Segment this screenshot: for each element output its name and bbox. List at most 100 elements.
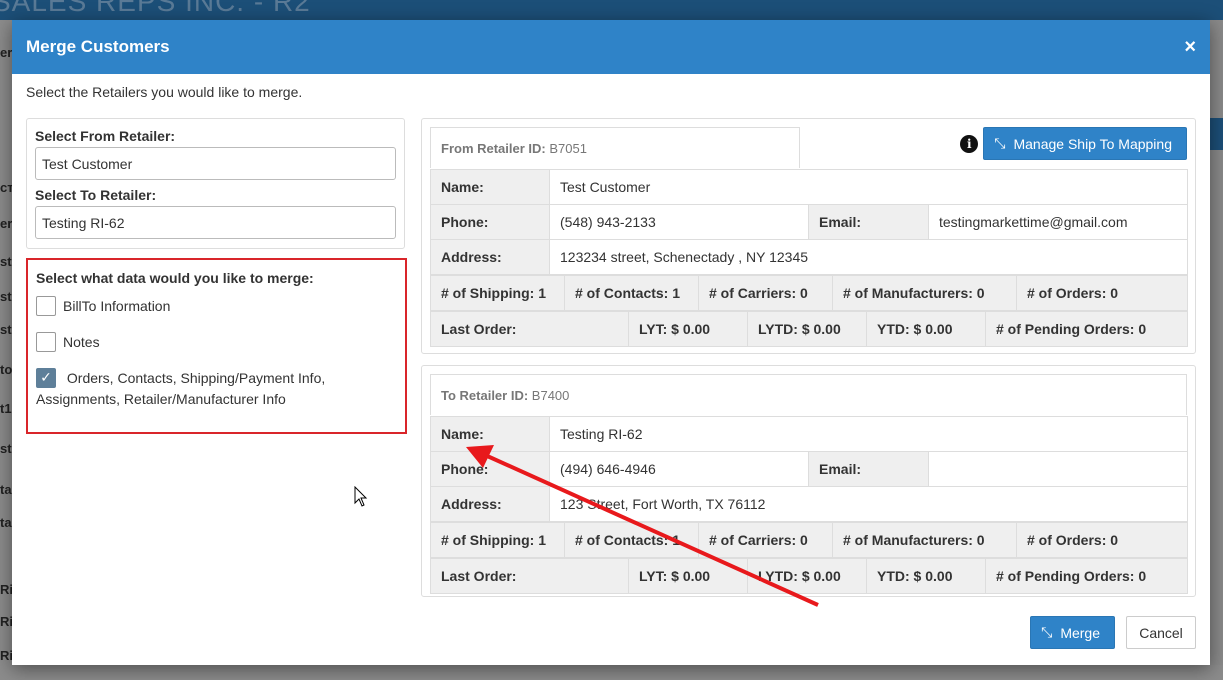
to-phone-value: (494) 646-4946 bbox=[549, 451, 809, 487]
app-title: SALES REPS INC. - R2 bbox=[0, 0, 311, 17]
notes-checkbox[interactable] bbox=[36, 332, 56, 352]
pending-orders-count: # of Pending Orders: 0 bbox=[985, 558, 1188, 594]
checkmark-icon: ✓ bbox=[40, 369, 52, 386]
mouse-cursor-icon bbox=[354, 486, 368, 507]
close-icon[interactable]: × bbox=[1184, 37, 1196, 57]
merge-button-label: Merge bbox=[1060, 624, 1100, 641]
to-retailer-id-label: To Retailer ID: bbox=[441, 388, 529, 403]
background-row-fragment: ст bbox=[0, 180, 12, 195]
app-header-background: SALES REPS INC. - R2 bbox=[0, 0, 1223, 20]
manufacturers-count: # of Manufacturers: 0 bbox=[832, 275, 1017, 311]
lyt-value: LYT: $ 0.00 bbox=[628, 558, 748, 594]
background-bottom bbox=[0, 665, 1223, 680]
background-row-fragment: st bbox=[0, 322, 12, 337]
last-order-label: Last Order: bbox=[430, 558, 629, 594]
shipping-count: # of Shipping: 1 bbox=[430, 522, 565, 558]
to-email-value bbox=[927, 451, 1189, 487]
option-orders-contacts[interactable]: ✓ Orders, Contacts, Shipping/Payment Inf… bbox=[36, 367, 397, 410]
from-retailer-id: From Retailer ID: B7051 bbox=[430, 127, 800, 168]
contacts-count: # of Contacts: 1 bbox=[564, 522, 699, 558]
name-label: Name: bbox=[430, 169, 550, 205]
to-address-value: 123 Street, Fort Worth, TX 76112 bbox=[548, 486, 1189, 522]
merge-options-panel: Select what data would you like to merge… bbox=[26, 258, 407, 434]
ytd-value: YTD: $ 0.00 bbox=[866, 311, 986, 347]
option-billto[interactable]: BillTo Information bbox=[36, 296, 397, 317]
to-retailer-value: Testing RI-62 bbox=[42, 214, 125, 231]
option-notes[interactable]: Notes bbox=[36, 332, 397, 353]
cancel-button[interactable]: Cancel bbox=[1126, 616, 1196, 649]
instruction-text: Select the Retailers you would like to m… bbox=[26, 84, 303, 100]
pending-orders-count: # of Pending Orders: 0 bbox=[985, 311, 1188, 347]
manufacturers-count: # of Manufacturers: 0 bbox=[832, 522, 1017, 558]
info-icon[interactable]: i bbox=[960, 134, 979, 153]
from-retailer-value: Test Customer bbox=[42, 155, 133, 172]
phone-label: Phone: bbox=[430, 204, 550, 240]
name-label: Name: bbox=[430, 416, 550, 452]
from-retailer-label: Select From Retailer: bbox=[35, 128, 176, 144]
email-label: Email: bbox=[808, 204, 929, 240]
merge-options-title: Select what data would you like to merge… bbox=[36, 270, 314, 286]
carriers-count: # of Carriers: 0 bbox=[698, 522, 833, 558]
from-retailer-stats: # of Shipping: 1 # of Contacts: 1 # of C… bbox=[430, 275, 1188, 311]
from-retailer-input[interactable]: Test Customer bbox=[35, 147, 396, 180]
address-label: Address: bbox=[430, 239, 550, 275]
retailer-select-panel: Select From Retailer: Test Customer Sele… bbox=[26, 118, 405, 249]
to-name-value: Testing RI-62 bbox=[548, 416, 1189, 452]
ytd-value: YTD: $ 0.00 bbox=[866, 558, 986, 594]
phone-label: Phone: bbox=[430, 451, 550, 487]
background-row-fragment: er bbox=[0, 216, 12, 231]
from-retailer-details: Name: Test Customer Phone: (548) 943-2133 E… bbox=[430, 169, 1189, 275]
merge-customers-modal: Merge Customers × Select the Retailers y… bbox=[12, 20, 1210, 665]
to-retailer-id: To Retailer ID: B7400 bbox=[430, 374, 1187, 415]
to-retailer-label: Select To Retailer: bbox=[35, 187, 157, 203]
from-phone-value: (548) 943-2133 bbox=[549, 204, 809, 240]
from-retailer-card: From Retailer ID: B7051 i ⤡ Manage Ship T… bbox=[421, 118, 1196, 354]
email-label: Email: bbox=[808, 451, 929, 487]
from-retailer-id-label: From Retailer ID: bbox=[441, 141, 546, 156]
billto-checkbox[interactable] bbox=[36, 296, 56, 316]
background-row-fragment: ta bbox=[0, 515, 12, 530]
to-retailer-stats: # of Shipping: 1 # of Contacts: 1 # of C… bbox=[430, 522, 1188, 558]
notes-label: Notes bbox=[63, 334, 100, 350]
lytd-value: LYTD: $ 0.00 bbox=[747, 311, 867, 347]
background-row-fragment: er bbox=[0, 45, 12, 60]
background-row-fragment: st bbox=[0, 289, 12, 304]
orders-count: # of Orders: 0 bbox=[1016, 275, 1188, 311]
to-retailer-details: Name: Testing RI-62 Phone: (494) 646-4946 E… bbox=[430, 416, 1189, 522]
background-row-fragment: Ri bbox=[0, 648, 12, 663]
background-row-fragment: ta bbox=[0, 482, 12, 497]
to-retailer-input[interactable]: Testing RI-62 bbox=[35, 206, 396, 239]
merge-arrows-icon: ⤡ bbox=[1041, 624, 1053, 640]
background-row-fragment: Ri bbox=[0, 582, 12, 597]
to-retailer-card: To Retailer ID: B7400 Name: Testing RI-62… bbox=[421, 365, 1196, 597]
background-row-fragment: t1 bbox=[0, 401, 12, 416]
background-row-fragment: st bbox=[0, 254, 12, 269]
from-email-value: testingmarkettime@gmail.com bbox=[927, 204, 1189, 240]
contacts-count: # of Contacts: 1 bbox=[564, 275, 699, 311]
last-order-label: Last Order: bbox=[430, 311, 629, 347]
from-name-value: Test Customer bbox=[548, 169, 1189, 205]
from-retailer-id-value: B7051 bbox=[549, 141, 587, 156]
manage-ship-to-mapping-label: Manage Ship To Mapping bbox=[1013, 135, 1172, 152]
merge-arrows-icon: ⤡ bbox=[994, 135, 1006, 151]
orders-count: # of Orders: 0 bbox=[1016, 522, 1188, 558]
to-retailer-financials: Last Order: LYT: $ 0.00 LYTD: $ 0.00 YTD… bbox=[430, 558, 1188, 594]
lyt-value: LYT: $ 0.00 bbox=[628, 311, 748, 347]
background-row-fragment: st bbox=[0, 441, 12, 456]
carriers-count: # of Carriers: 0 bbox=[698, 275, 833, 311]
to-retailer-id-value: B7400 bbox=[531, 388, 570, 403]
manage-ship-to-mapping-button[interactable]: ⤡ Manage Ship To Mapping bbox=[983, 127, 1187, 160]
from-retailer-financials: Last Order: LYT: $ 0.00 LYTD: $ 0.00 YTD… bbox=[430, 311, 1188, 347]
modal-title: Merge Customers bbox=[26, 37, 170, 56]
orders-contacts-label: Orders, Contacts, Shipping/Payment Info,… bbox=[36, 370, 326, 407]
address-label: Address: bbox=[430, 486, 550, 522]
billto-label: BillTo Information bbox=[63, 298, 171, 314]
background-row-fragment: Ri bbox=[0, 614, 12, 629]
background-row-fragment: to bbox=[0, 362, 12, 377]
orders-contacts-checkbox[interactable]: ✓ bbox=[36, 367, 56, 388]
shipping-count: # of Shipping: 1 bbox=[430, 275, 565, 311]
merge-button[interactable]: ⤡ Merge bbox=[1030, 616, 1115, 649]
lytd-value: LYTD: $ 0.00 bbox=[747, 558, 867, 594]
background-right-bar bbox=[1210, 118, 1223, 150]
from-address-value: 123234 street, Schenectady , NY 12345 bbox=[548, 239, 1189, 275]
